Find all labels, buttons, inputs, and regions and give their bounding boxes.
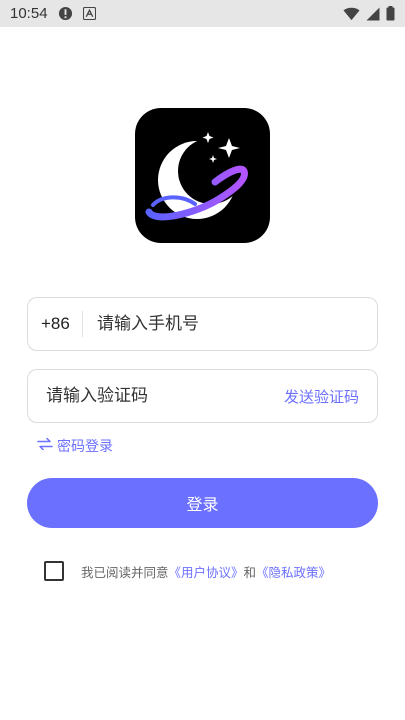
password-login-label: 密码登录 xyxy=(57,439,113,455)
verification-code-field: 发送验证码 xyxy=(27,369,378,423)
wifi-icon xyxy=(343,7,360,21)
privacy-policy-link[interactable]: 《隐私政策》 xyxy=(256,565,331,580)
status-bar: 10:54 xyxy=(0,0,405,27)
phone-field: +86 xyxy=(27,297,378,351)
country-code-selector[interactable]: +86 xyxy=(28,314,82,334)
password-login-link[interactable]: 密码登录 xyxy=(37,436,113,456)
status-time: 10:54 xyxy=(10,5,48,22)
verification-code-input[interactable] xyxy=(28,370,284,422)
agreement-text: 我已阅读并同意《用户协议》和《隐私政策》 xyxy=(81,562,331,581)
battery-icon xyxy=(386,6,395,21)
app-logo xyxy=(135,108,270,243)
swap-icon xyxy=(37,437,53,455)
app-notification-icon xyxy=(82,7,96,20)
agreement-and: 和 xyxy=(243,565,257,580)
alert-icon xyxy=(58,6,73,21)
phone-input[interactable] xyxy=(83,298,377,350)
agreement-prefix: 我已阅读并同意 xyxy=(81,565,169,580)
user-agreement-link[interactable]: 《用户协议》 xyxy=(169,565,244,580)
login-button[interactable]: 登录 xyxy=(27,478,378,528)
send-code-button[interactable]: 发送验证码 xyxy=(284,386,377,407)
agreement-checkbox[interactable] xyxy=(44,561,64,581)
moon-star-icon xyxy=(145,132,248,221)
signal-icon xyxy=(366,7,380,21)
